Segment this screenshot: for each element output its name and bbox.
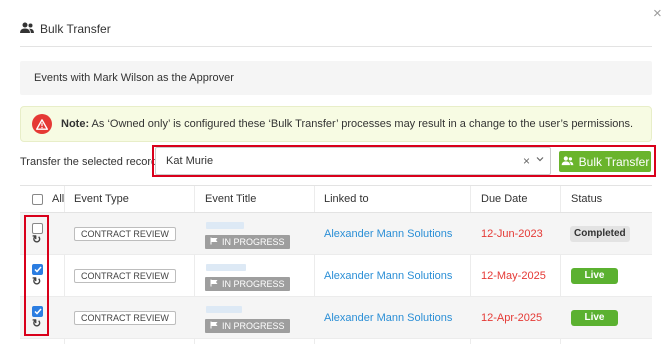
- context-bar: Events with Mark Wilson as the Approver: [20, 61, 652, 95]
- event-type-tag: CONTRACT REVIEW: [74, 227, 176, 241]
- context-text: Events with Mark Wilson as the Approver: [34, 72, 234, 84]
- table-row: ↻ CONTRACT REVIEW IN PROGRESS Alexander …: [20, 255, 652, 297]
- warning-icon: [32, 114, 52, 134]
- refresh-icon[interactable]: ↻: [32, 319, 41, 330]
- note-label: Note:: [61, 118, 90, 130]
- progress-badge: IN PROGRESS: [205, 235, 290, 249]
- clear-selection-icon[interactable]: ×: [523, 154, 530, 168]
- event-type-tag: CONTRACT REVIEW: [74, 311, 176, 325]
- transfer-label: Transfer the selected records to: [20, 156, 175, 168]
- status-badge: Live: [571, 268, 618, 284]
- header-linked-to[interactable]: Linked to: [324, 186, 369, 212]
- flag-icon: [210, 277, 218, 291]
- row-checkbox[interactable]: [32, 264, 43, 275]
- users-icon: [20, 22, 34, 37]
- due-date: 12-Apr-2025: [481, 312, 543, 324]
- due-date: 12-Jun-2023: [481, 228, 543, 240]
- select-all-checkbox[interactable]: [32, 194, 43, 205]
- checkmark-icon: [33, 308, 42, 315]
- header-event-type[interactable]: Event Type: [74, 186, 129, 212]
- linked-to-link[interactable]: Alexander Mann Solutions: [324, 228, 452, 240]
- note-body: As ‘Owned only’ is configured these ‘Bul…: [89, 118, 634, 130]
- selected-user: Kat Murie: [166, 155, 214, 167]
- note-text: Note: As ‘Owned only’ is configured thes…: [61, 118, 633, 130]
- chevron-down-icon[interactable]: [536, 154, 544, 164]
- progress-label: IN PROGRESS: [222, 321, 285, 331]
- refresh-icon[interactable]: ↻: [32, 235, 41, 246]
- progress-badge: IN PROGRESS: [205, 277, 290, 291]
- bulk-transfer-button[interactable]: Bulk Transfer: [559, 151, 651, 172]
- linked-to-link[interactable]: Alexander Mann Solutions: [324, 312, 452, 324]
- event-type-tag: CONTRACT REVIEW: [74, 269, 176, 283]
- due-date: 12-May-2025: [481, 270, 546, 282]
- table-row: ↻ CONTRACT REVIEW IN PROGRESS Alexander …: [20, 297, 652, 339]
- dialog-title: Bulk Transfer: [40, 22, 111, 36]
- header-due-date[interactable]: Due Date: [481, 186, 527, 212]
- users-icon: [561, 155, 574, 169]
- transfer-user-select[interactable]: Kat Murie ×: [155, 147, 551, 175]
- refresh-icon[interactable]: ↻: [32, 277, 41, 288]
- progress-label: IN PROGRESS: [222, 237, 285, 247]
- header-event-title[interactable]: Event Title: [205, 186, 256, 212]
- linked-to-link[interactable]: Alexander Mann Solutions: [324, 270, 452, 282]
- event-title[interactable]: [206, 306, 242, 313]
- event-title[interactable]: [206, 264, 246, 271]
- header-divider: [20, 46, 652, 47]
- table-header: All Event Type Event Title Linked to Due…: [20, 185, 652, 213]
- status-badge: Completed: [570, 226, 630, 242]
- header-status[interactable]: Status: [571, 186, 602, 212]
- permissions-note: Note: As ‘Owned only’ is configured thes…: [20, 106, 652, 142]
- row-checkbox[interactable]: [32, 306, 43, 317]
- row-checkbox[interactable]: [32, 223, 43, 234]
- close-icon[interactable]: ×: [653, 6, 662, 21]
- flag-icon: [210, 235, 218, 249]
- bulk-transfer-label: Bulk Transfer: [578, 154, 650, 169]
- header-all: All: [52, 193, 65, 205]
- event-title[interactable]: [206, 222, 244, 229]
- status-badge: Live: [571, 310, 618, 326]
- checkmark-icon: [33, 266, 42, 273]
- dialog-header: Bulk Transfer: [20, 20, 111, 38]
- progress-label: IN PROGRESS: [222, 279, 285, 289]
- progress-badge: IN PROGRESS: [205, 319, 290, 333]
- flag-icon: [210, 319, 218, 333]
- events-table: All Event Type Event Title Linked to Due…: [20, 185, 652, 344]
- table-row: ↻ CONTRACT REVIEW IN PROGRESS Alexander …: [20, 213, 652, 255]
